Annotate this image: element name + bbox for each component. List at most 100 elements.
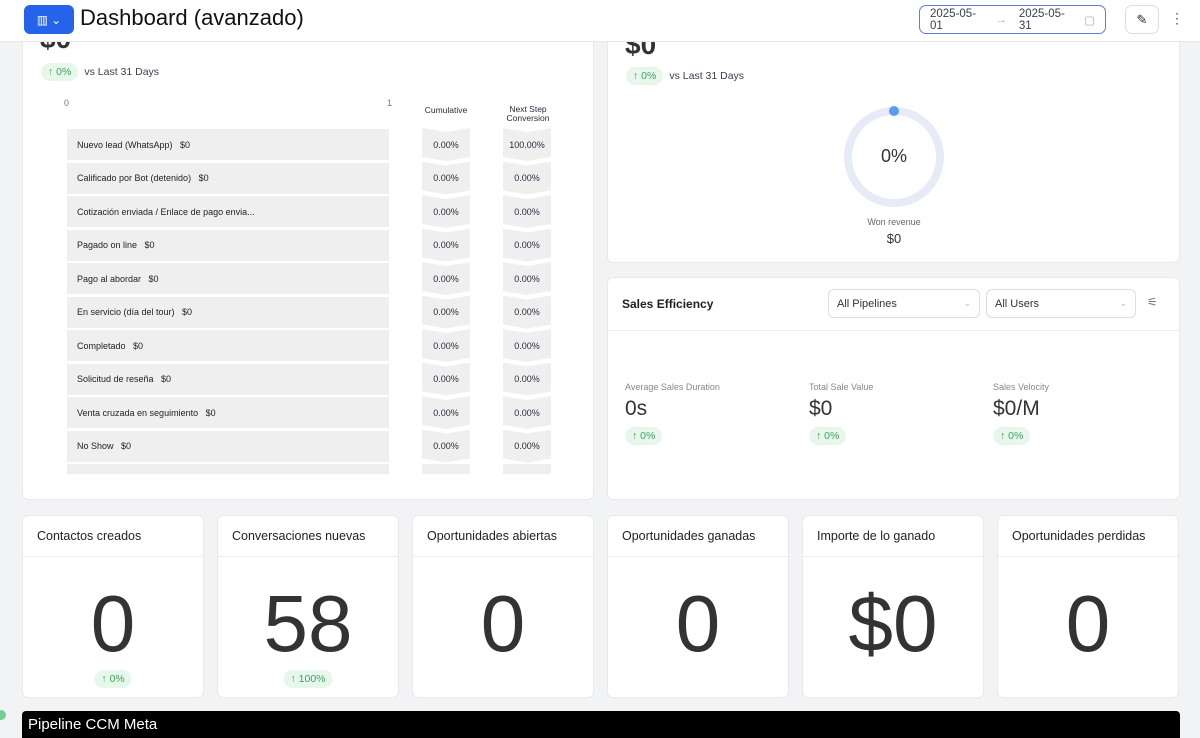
cumulative-value: 0.00% xyxy=(433,441,459,451)
cumulative-value: 0.00% xyxy=(433,374,459,384)
stat-title: Importe de lo ganado xyxy=(803,516,983,557)
select-value: All Pipelines xyxy=(837,297,897,310)
next-step-cell: 0.00% xyxy=(503,295,551,329)
stat-card: Oportunidades perdidas 0 xyxy=(997,515,1179,698)
cumulative-cell: 0.00% xyxy=(422,362,470,396)
stat-title: Oportunidades abiertas xyxy=(413,516,593,557)
cumulative-value: 0.00% xyxy=(433,240,459,250)
stat-card: Importe de lo ganado $0 xyxy=(802,515,984,698)
next-step-cell: 0.00% xyxy=(503,195,551,228)
change-badge: ↑ 100% xyxy=(283,670,333,688)
funnel-stage-bar[interactable]: Pagado on line $0 xyxy=(67,229,389,261)
section-title: Pipeline CCM Meta xyxy=(22,711,1180,738)
date-end: 2025-05-31 xyxy=(1018,7,1065,32)
cumulative-value: 0.00% xyxy=(433,273,459,284)
pipeline-select[interactable]: All Pipelines ⌄ xyxy=(828,289,980,318)
stat-card: Oportunidades ganadas 0 xyxy=(607,515,789,698)
next-step-value: 0.00% xyxy=(514,307,540,317)
chevron-down-icon: ⌄ xyxy=(1119,298,1127,308)
calendar-icon: ▢ xyxy=(1084,14,1095,27)
layout-icon: ▥ xyxy=(36,12,49,27)
cumulative-cell: 0.00% xyxy=(422,195,470,228)
stat-value: $0 xyxy=(848,579,938,668)
metric-value: $0/M xyxy=(993,397,1040,420)
more-options-icon[interactable]: ⋮ xyxy=(1170,10,1184,27)
sales-efficiency-card: Sales Efficiency All Pipelines ⌄ All User… xyxy=(607,277,1180,500)
funnel-stage-bar[interactable]: Cotización enviada / Enlace de pago envi… xyxy=(67,196,389,227)
change-badge: ↑ 0% xyxy=(625,427,663,445)
stage-label: Pagado on line $0 xyxy=(77,240,155,250)
stat-card: Contactos creados 0 ↑ 0% xyxy=(22,515,204,698)
funnel-stage-bar[interactable] xyxy=(67,464,389,474)
cumulative-cell: 0.00% xyxy=(422,128,470,161)
stat-value: 0 xyxy=(675,579,721,668)
next-step-value: 0.00% xyxy=(514,206,540,217)
cumulative-cell: 0.00% xyxy=(422,295,470,329)
layout-switcher-button[interactable]: ▥ ⌄ xyxy=(24,5,74,34)
funnel-stage-bar[interactable]: Calificado por Bot (detenido) $0 xyxy=(67,162,389,194)
metric: Average Sales Duration 0s ↑ 0% xyxy=(625,382,720,445)
next-step-cell: 0.00% xyxy=(503,228,551,262)
next-step-cell: 100.00% xyxy=(503,128,551,161)
cumulative-cell: 0.00% xyxy=(422,228,470,262)
next-step-cell xyxy=(503,464,551,474)
stat-value: 0 xyxy=(90,579,136,668)
stage-label: En servicio (día del tour) $0 xyxy=(77,307,193,317)
stat-value: 0 xyxy=(480,579,526,668)
edit-button[interactable]: ✎ xyxy=(1125,5,1159,34)
card-title: Sales Efficiency xyxy=(622,297,714,311)
column-header-cumulative: Cumulative xyxy=(424,105,468,115)
users-select[interactable]: All Users ⌄ xyxy=(986,289,1136,318)
stage-label: Completado $0 xyxy=(77,340,144,351)
stage-label: Solicitud de reseña $0 xyxy=(77,374,172,384)
metric-value: $0 xyxy=(809,397,833,420)
cumulative-cell: 0.00% xyxy=(422,329,470,362)
cumulative-cell: 0.00% xyxy=(422,161,470,195)
axis-tick: 0 xyxy=(64,98,70,108)
cumulative-cell: 0.00% xyxy=(422,429,470,463)
metric-label: Total Sale Value xyxy=(809,382,874,392)
next-step-value: 0.00% xyxy=(514,173,540,183)
change-badge: ↑ 0% xyxy=(41,63,79,81)
compare-label: vs Last 31 Days xyxy=(84,66,160,78)
stage-label: Cotización enviada / Enlace de pago envi… xyxy=(77,206,255,217)
page-title: Dashboard (avanzado) xyxy=(80,5,304,30)
funnel-stage-bar[interactable]: Nuevo lead (WhatsApp) $0 xyxy=(67,129,389,160)
donut-percent: 0% xyxy=(880,146,907,166)
compare-label: vs Last 31 Days xyxy=(669,70,745,82)
next-step-cell: 0.00% xyxy=(503,396,551,429)
funnel-stage-bar[interactable]: Venta cruzada en seguimiento $0 xyxy=(67,397,389,428)
stat-title: Contactos creados xyxy=(23,516,203,557)
won-caption: Won revenue xyxy=(867,217,921,227)
cumulative-cell: 0.00% xyxy=(422,262,470,295)
stat-value: 58 xyxy=(263,579,353,668)
stat-card: Oportunidades abiertas 0 xyxy=(412,515,594,698)
cumulative-cell xyxy=(422,464,470,474)
funnel-stage-bar[interactable]: Pago al abordar $0 xyxy=(67,263,389,294)
stat-title: Oportunidades ganadas xyxy=(608,516,788,557)
next-step-cell: 0.00% xyxy=(503,262,551,295)
stage-label: Pago al abordar $0 xyxy=(77,273,159,284)
stage-label: Nuevo lead (WhatsApp) $0 xyxy=(77,139,191,150)
date-range-picker[interactable]: 2025-05-01 → 2025-05-31 ▢ xyxy=(919,5,1106,34)
next-step-cell: 0.00% xyxy=(503,329,551,362)
cumulative-value: 0.00% xyxy=(433,206,459,217)
funnel-card: $0 ↑ 0% vs Last 31 Days 0 1 Cumulative N… xyxy=(22,0,594,500)
change-badge: ↑ 0% xyxy=(809,427,847,445)
filter-settings-icon[interactable]: ⚟ xyxy=(1147,295,1158,309)
column-header-next-step: Next Step Conversion xyxy=(506,104,550,123)
select-value: All Users xyxy=(995,297,1040,310)
next-step-value: 0.00% xyxy=(514,441,540,451)
cumulative-value: 0.00% xyxy=(433,139,459,150)
funnel-stage-bar[interactable]: En servicio (día del tour) $0 xyxy=(67,296,389,328)
header: ▥ ⌄ Dashboard (avanzado) 2025-05-01 → 2025-… xyxy=(0,0,1200,42)
arrow-right-icon: → xyxy=(995,13,1007,26)
funnel-stage-bar[interactable]: Completado $0 xyxy=(67,330,389,361)
stat-title: Oportunidades perdidas xyxy=(998,516,1178,557)
date-start: 2025-05-01 xyxy=(930,7,977,32)
funnel-stage-bar[interactable]: No Show $0 xyxy=(67,430,389,462)
funnel-stage-bar[interactable]: Solicitud de reseña $0 xyxy=(67,363,389,395)
next-step-value: 0.00% xyxy=(514,273,540,284)
status-dot xyxy=(0,710,6,720)
next-step-cell: 0.00% xyxy=(503,161,551,195)
